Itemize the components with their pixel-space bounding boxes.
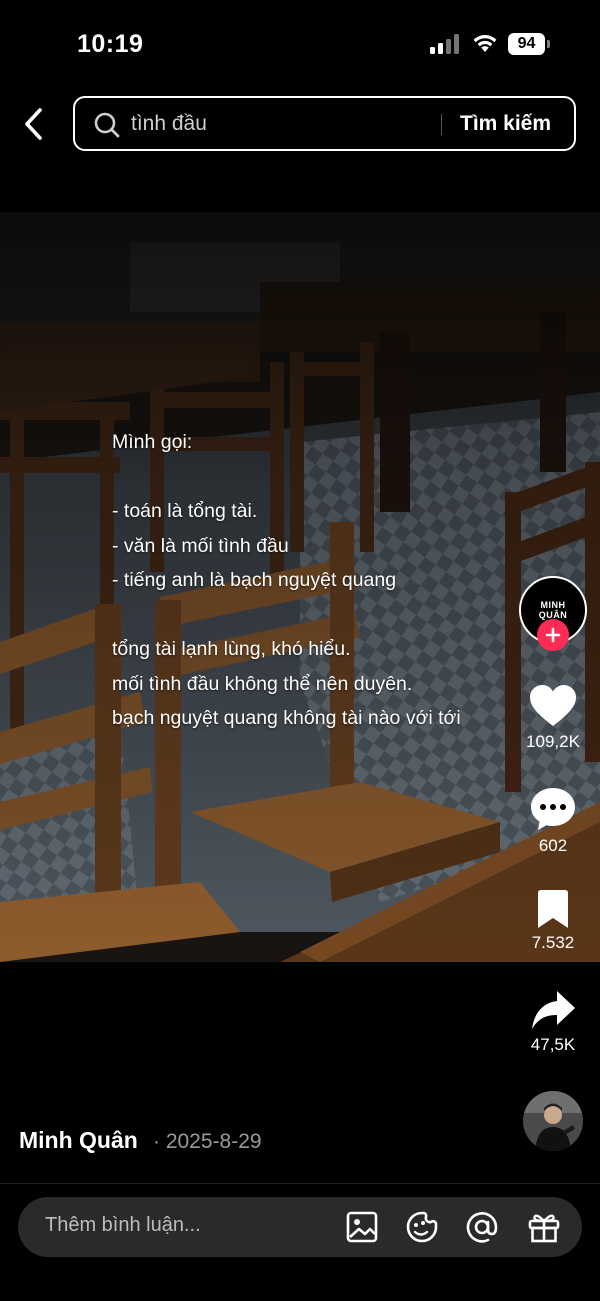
search-box[interactable]: tình đầu Tìm kiếm bbox=[73, 96, 576, 151]
caption-line: tổng tài lạnh lùng, khó hiểu. bbox=[112, 638, 351, 660]
share-icon bbox=[532, 991, 575, 1029]
search-button[interactable]: Tìm kiếm bbox=[460, 112, 551, 136]
comment-bar[interactable]: Thêm bình luận... bbox=[18, 1197, 582, 1257]
plus-icon bbox=[545, 627, 561, 643]
caption-line bbox=[112, 598, 461, 633]
video-caption: Mình gọi: - toán là tổng tài. - văn là m… bbox=[112, 425, 461, 736]
comment-button[interactable]: 602 bbox=[513, 786, 593, 856]
caption-line: - toán là tổng tài. bbox=[112, 500, 258, 522]
like-button[interactable]: 109,2K bbox=[513, 684, 593, 752]
music-disc-image bbox=[523, 1091, 583, 1151]
battery-level: 94 bbox=[508, 33, 545, 55]
status-time: 10:19 bbox=[77, 30, 144, 58]
heart-icon bbox=[530, 685, 576, 726]
search-input[interactable]: tình đầu bbox=[131, 112, 207, 136]
search-icon bbox=[94, 112, 120, 138]
like-count: 109,2K bbox=[526, 732, 580, 751]
status-bar: 10:19 94 bbox=[0, 0, 600, 90]
video-player[interactable]: Mình gọi: - toán là tổng tài. - văn là m… bbox=[0, 212, 600, 962]
author-name[interactable]: Minh Quân bbox=[19, 1127, 138, 1154]
avatar-logo: MINH QUÂN bbox=[538, 600, 568, 620]
share-button[interactable]: 47,5K bbox=[513, 989, 593, 1055]
caption-line: mối tình đầu không thể nên duyên. bbox=[112, 672, 413, 695]
search-divider bbox=[441, 114, 442, 135]
caption-line bbox=[112, 460, 461, 495]
wifi-icon bbox=[473, 35, 497, 52]
follow-button[interactable] bbox=[537, 619, 569, 651]
back-icon[interactable] bbox=[18, 104, 54, 144]
comment-input[interactable]: Thêm bình luận... bbox=[45, 1214, 201, 1237]
caption-line: - tiếng anh là bạch nguyệt quang bbox=[112, 569, 397, 591]
bookmark-icon bbox=[538, 890, 568, 928]
signal-icon bbox=[430, 34, 462, 54]
share-count: 47,5K bbox=[530, 1035, 576, 1054]
emoji-icon[interactable] bbox=[405, 1210, 439, 1244]
comment-icon bbox=[531, 788, 575, 830]
save-button[interactable]: 7.532 bbox=[513, 889, 593, 953]
divider bbox=[0, 1183, 600, 1184]
caption-line: bạch nguyệt quang không tài nào với tới bbox=[112, 707, 461, 729]
save-count: 7.532 bbox=[531, 933, 575, 952]
battery-icon: 94 bbox=[508, 33, 550, 55]
gift-icon[interactable] bbox=[527, 1210, 561, 1244]
image-icon[interactable] bbox=[345, 1210, 379, 1244]
music-disc[interactable] bbox=[523, 1091, 583, 1151]
caption-line: - văn là mối tình đầu bbox=[112, 534, 289, 557]
mention-icon[interactable] bbox=[465, 1210, 499, 1244]
comment-count: 602 bbox=[538, 836, 568, 855]
post-date: · 2025-8-29 bbox=[153, 1130, 262, 1153]
caption-line: Mình gọi: bbox=[112, 431, 193, 453]
